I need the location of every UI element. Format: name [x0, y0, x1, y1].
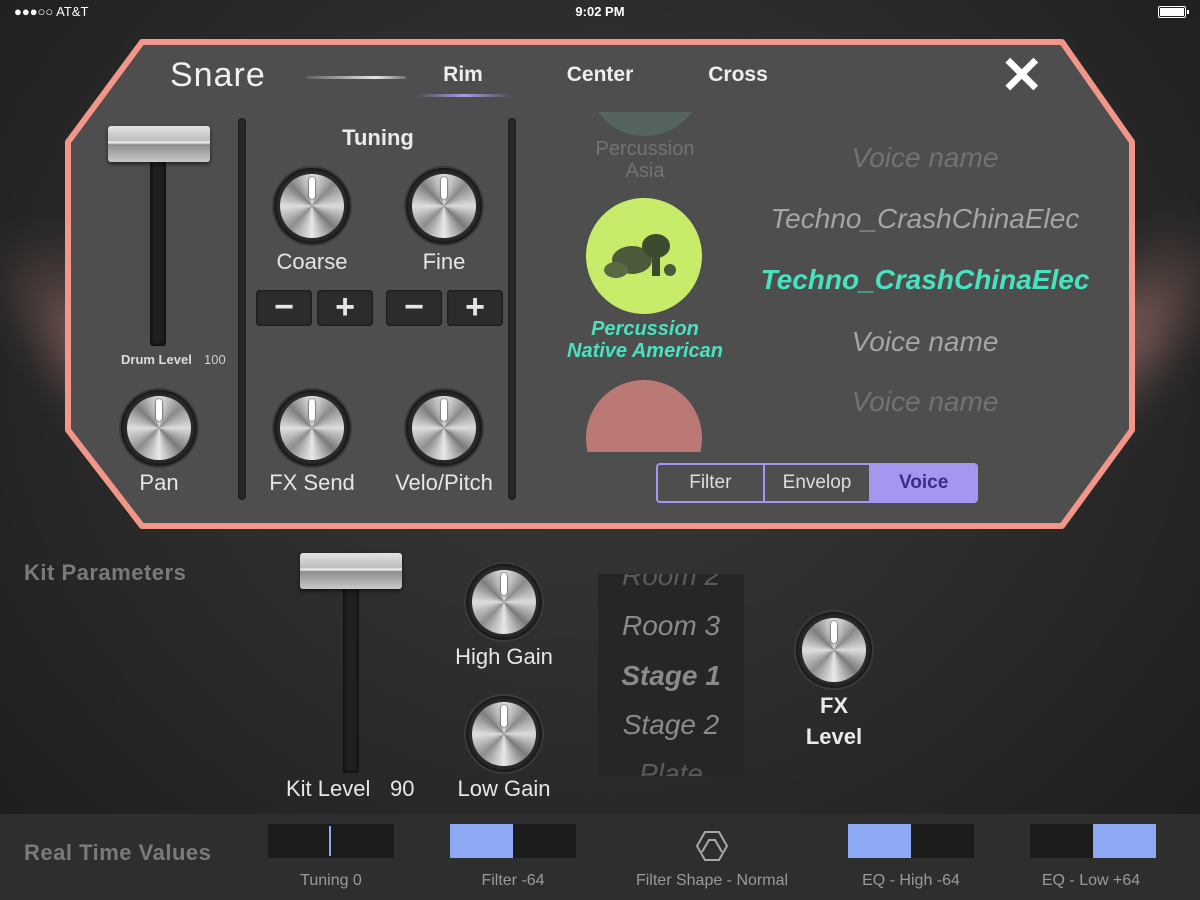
segment-voice[interactable]: Voice — [869, 465, 976, 501]
fine-minus-button[interactable]: − — [386, 290, 442, 326]
fx-level-knob[interactable] — [796, 612, 872, 688]
tuning-title: Tuning — [342, 125, 414, 150]
tab-center[interactable]: Center — [550, 63, 650, 87]
category-next-image — [586, 380, 702, 452]
panel-title: Snare — [170, 56, 266, 94]
voice-item-selected[interactable]: Techno_CrashChinaElec — [760, 264, 1090, 296]
pan-knob[interactable] — [121, 390, 197, 466]
eq-high-meter — [848, 824, 974, 858]
filter-shape-label: Filter Shape - Normal — [635, 872, 789, 889]
fine-knob[interactable] — [406, 168, 482, 244]
category-selected-line2: Native American — [567, 340, 723, 362]
coarse-minus-button[interactable]: − — [256, 290, 312, 326]
fine-plus-button[interactable]: + — [447, 290, 503, 326]
coarse-knob[interactable] — [274, 168, 350, 244]
filter-meter-fill — [450, 824, 513, 858]
tuning-meter-label: Tuning 0 — [300, 872, 362, 889]
category-prev-line1: Percussion — [595, 138, 695, 160]
voice-item[interactable]: Voice name — [760, 386, 1090, 418]
voice-item[interactable]: Voice name — [760, 142, 1090, 174]
low-gain-label: Low Gain — [457, 776, 551, 801]
voice-item[interactable]: Voice name — [760, 326, 1090, 358]
room-item[interactable]: Plate — [598, 758, 744, 776]
category-selected-line1: Percussion — [591, 318, 699, 340]
kit-parameters-title: Kit Parameters — [24, 560, 187, 585]
category-selected-image[interactable] — [586, 198, 702, 314]
percussion-instruments-icon — [604, 234, 676, 278]
room-picker[interactable]: Room 2 Room 3 Stage 1 Stage 2 Plate — [598, 574, 744, 776]
title-underline — [306, 76, 406, 79]
voice-list[interactable]: Voice name Techno_CrashChinaElec Techno_… — [760, 140, 1090, 430]
pan-label: Pan — [139, 470, 179, 495]
velo-pitch-knob[interactable] — [406, 390, 482, 466]
kit-level-label: Kit Level — [286, 776, 371, 801]
velo-pitch-label: Velo/Pitch — [395, 470, 493, 495]
filter-meter — [450, 824, 576, 858]
edit-mode-segmented-control: Filter Envelop Voice — [656, 463, 978, 503]
kit-level-fader[interactable] — [300, 553, 402, 589]
drum-level-fader[interactable] — [108, 126, 210, 162]
room-item[interactable]: Stage 2 — [598, 709, 744, 741]
low-gain-knob[interactable] — [466, 696, 542, 772]
tab-rim[interactable]: Rim — [414, 63, 512, 87]
tab-rim-indicator — [416, 94, 512, 97]
real-time-values-bar: Real Time Values Tuning 0 Filter -64 Fil… — [0, 814, 1200, 900]
eq-high-label: EQ - High -64 — [862, 872, 960, 889]
category-carousel[interactable]: Percussion Asia Percussion Native Americ… — [540, 112, 750, 452]
fine-label: Fine — [422, 249, 466, 274]
fx-level-label-line1: FX — [819, 693, 849, 718]
filter-meter-label: Filter -64 — [481, 872, 545, 889]
segment-envelop[interactable]: Envelop — [762, 465, 870, 501]
coarse-label: Coarse — [276, 249, 348, 274]
segment-filter[interactable]: Filter — [658, 465, 763, 501]
tuning-meter-indicator — [329, 826, 331, 856]
filter-shape-icon — [695, 831, 729, 861]
room-item[interactable]: Room 3 — [598, 610, 744, 642]
real-time-values-title: Real Time Values — [24, 840, 212, 865]
fx-level-label-line2: Level — [805, 724, 863, 749]
tab-cross[interactable]: Cross — [690, 63, 786, 87]
panel-divider-left — [238, 118, 246, 500]
high-gain-knob[interactable] — [466, 564, 542, 640]
drum-level-label: Drum Level — [121, 352, 192, 367]
fx-send-label: FX Send — [269, 470, 355, 495]
voice-item[interactable]: Techno_CrashChinaElec — [760, 203, 1090, 235]
eq-high-meter-fill — [848, 824, 911, 858]
category-prev-line2: Asia — [625, 160, 665, 182]
eq-low-meter — [1030, 824, 1156, 858]
eq-low-meter-fill — [1093, 824, 1156, 858]
drum-level-value: 100 — [204, 352, 226, 367]
eq-low-label: EQ - Low +64 — [1041, 872, 1141, 889]
high-gain-label: High Gain — [455, 644, 553, 669]
kit-level-track — [343, 575, 359, 773]
kit-level-value: 90 — [390, 776, 415, 801]
close-icon[interactable]: ✕ — [1000, 50, 1044, 102]
panel-divider-right — [508, 118, 516, 500]
category-prev-image — [587, 112, 703, 136]
room-item-selected[interactable]: Stage 1 — [598, 660, 744, 692]
room-item[interactable]: Room 2 — [598, 574, 744, 592]
fx-send-knob[interactable] — [274, 390, 350, 466]
tuning-meter — [268, 824, 394, 858]
drum-level-track — [150, 140, 166, 346]
coarse-plus-button[interactable]: + — [317, 290, 373, 326]
